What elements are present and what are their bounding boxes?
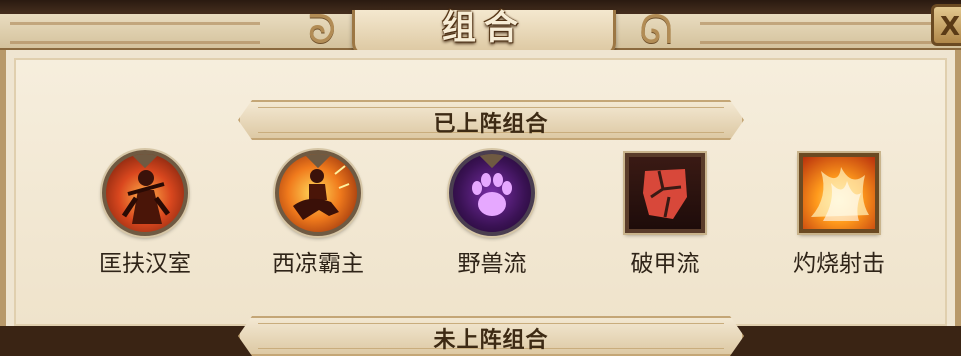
- cavalry-icon: [275, 150, 361, 236]
- scroll-ornament-left-icon: ᘐ: [307, 7, 337, 53]
- combo-item[interactable]: 破甲流: [580, 150, 750, 280]
- active-section-title: 已上阵组合: [433, 112, 549, 137]
- combo-label: 野兽流: [457, 251, 527, 277]
- warrior-icon: [102, 150, 188, 236]
- title-bar: ᘐ ᘏ 组合: [0, 8, 961, 57]
- combo-item[interactable]: 野兽流: [407, 150, 577, 280]
- combo-label: 破甲流: [630, 251, 700, 277]
- inactive-section-banner: 未上阵组合: [238, 316, 744, 356]
- combo-item[interactable]: 灼烧射击: [754, 150, 924, 280]
- close-button[interactable]: X: [931, 4, 961, 46]
- beast-paw-icon: [449, 150, 535, 236]
- combo-label: 灼烧射击: [793, 251, 885, 277]
- combo-item[interactable]: 西凉霸主: [233, 150, 403, 280]
- combo-label: 西凉霸主: [272, 251, 364, 277]
- inactive-section-title: 未上阵组合: [433, 328, 549, 353]
- combo-label: 匡扶汉室: [99, 251, 191, 277]
- active-section-banner: 已上阵组合: [238, 100, 744, 140]
- broken-armor-icon: [625, 153, 705, 233]
- title-ornament-right: [700, 22, 950, 44]
- page-title: 组合: [442, 8, 526, 48]
- flame-shot-icon: [799, 153, 879, 233]
- title-ornament-left: [10, 22, 260, 44]
- combo-item[interactable]: 匡扶汉室: [60, 150, 230, 280]
- scroll-ornament-right-icon: ᘏ: [639, 7, 673, 53]
